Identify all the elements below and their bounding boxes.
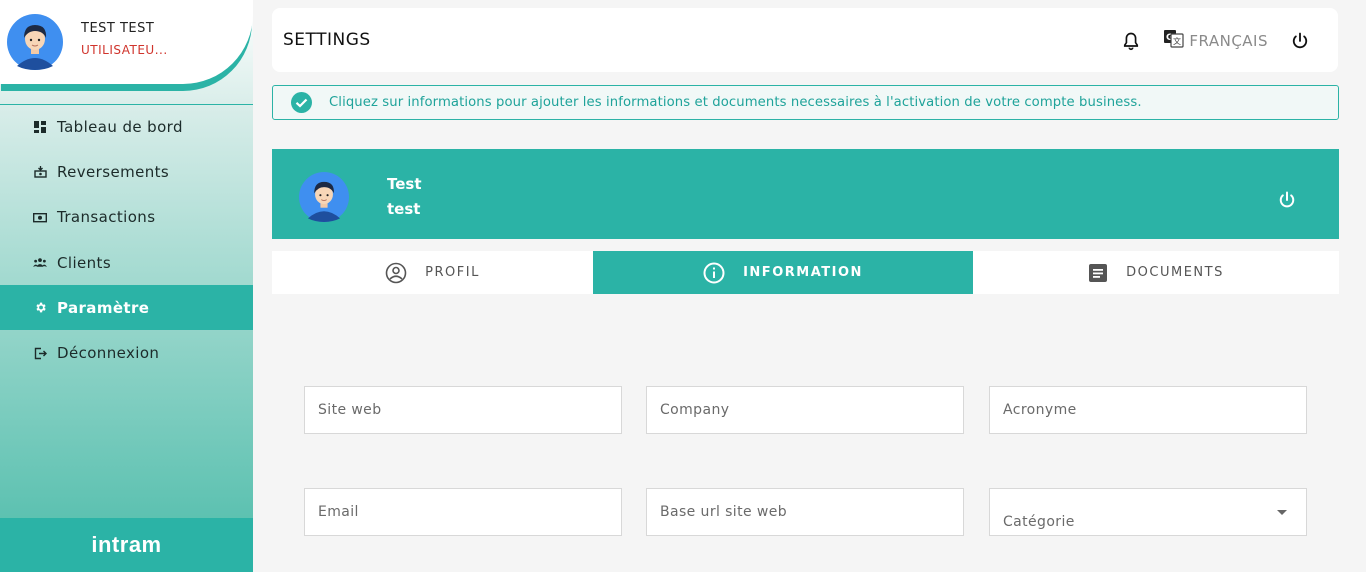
info-icon: [703, 262, 725, 284]
intram-logo: intram: [91, 532, 162, 557]
gear-icon: [33, 301, 47, 315]
profile-last-name: test: [387, 200, 421, 218]
dashboard-icon: [33, 120, 47, 134]
sidebar-footer: intram: [0, 518, 253, 572]
settings-tabs: PROFIL INFORMATION DOCUMENTS: [272, 251, 1339, 294]
company-input[interactable]: [646, 386, 964, 434]
sidebar-item-label: Tableau de bord: [57, 117, 183, 136]
email-input[interactable]: [304, 488, 622, 536]
profile-first-name: Test: [387, 175, 422, 193]
sidebar-item-transactions[interactable]: Transactions: [0, 195, 253, 240]
check-circle-icon: [291, 92, 312, 113]
logout-icon: [33, 346, 47, 360]
sidebar-item-label: Clients: [57, 253, 112, 272]
money-icon: [33, 210, 47, 224]
user-name: TEST TEST: [81, 21, 155, 36]
tab-label: PROFIL: [425, 265, 480, 280]
tab-label: DOCUMENTS: [1126, 265, 1224, 280]
alert-message: Cliquez sur informations pour ajouter le…: [329, 95, 1142, 110]
base-url-input[interactable]: [646, 488, 964, 536]
page-title: SETTINGS: [283, 30, 371, 50]
power-icon[interactable]: [1290, 31, 1310, 51]
users-icon: [33, 256, 47, 270]
tab-information[interactable]: INFORMATION: [593, 251, 973, 294]
site-web-input[interactable]: [304, 386, 622, 434]
info-alert: Cliquez sur informations pour ajouter le…: [272, 85, 1339, 120]
sidebar-item-reversements[interactable]: Reversements: [0, 149, 253, 194]
top-actions: G文 FRANÇAIS: [1121, 29, 1310, 53]
sidebar-nav: Tableau de bord Reversements Transaction…: [0, 104, 253, 376]
sidebar-item-parametre[interactable]: Paramètre: [0, 285, 253, 331]
payout-icon: [33, 165, 47, 179]
bell-icon[interactable]: [1121, 31, 1141, 51]
tab-profil[interactable]: PROFIL: [272, 251, 593, 294]
sidebar-item-label: Reversements: [57, 162, 170, 181]
user-avatar: [7, 14, 63, 74]
user-role: UTILISATEU...: [81, 43, 168, 57]
power-icon[interactable]: [1277, 190, 1297, 210]
sidebar-item-label: Paramètre: [57, 298, 150, 317]
document-icon: [1088, 263, 1108, 283]
categorie-label: Catégorie: [1003, 514, 1075, 530]
acronyme-input[interactable]: [989, 386, 1307, 434]
chevron-down-icon: [1277, 510, 1287, 515]
account-circle-icon: [385, 262, 407, 284]
sidebar-item-clients[interactable]: Clients: [0, 240, 253, 285]
language-selector[interactable]: G文 FRANÇAIS: [1163, 29, 1268, 53]
sidebar-item-deconnexion[interactable]: Déconnexion: [0, 330, 253, 375]
profile-avatar: [299, 172, 349, 226]
top-bar: SETTINGS G文 FRANÇAIS: [272, 8, 1338, 72]
translate-icon: G文: [1163, 29, 1185, 53]
language-label: FRANÇAIS: [1189, 32, 1268, 50]
user-card: TEST TEST UTILISATEU...: [0, 0, 253, 84]
tab-label: INFORMATION: [743, 265, 863, 280]
categorie-select[interactable]: Catégorie: [989, 488, 1307, 536]
sidebar-item-label: Déconnexion: [57, 344, 160, 363]
svg-text:文: 文: [1173, 36, 1181, 46]
profile-banner: Test test: [272, 149, 1339, 239]
tab-documents[interactable]: DOCUMENTS: [973, 251, 1339, 294]
sidebar-item-tableau-de-bord[interactable]: Tableau de bord: [0, 104, 253, 149]
sidebar: TEST TEST UTILISATEU... Tableau de bord …: [0, 0, 253, 572]
sidebar-item-label: Transactions: [57, 208, 156, 227]
